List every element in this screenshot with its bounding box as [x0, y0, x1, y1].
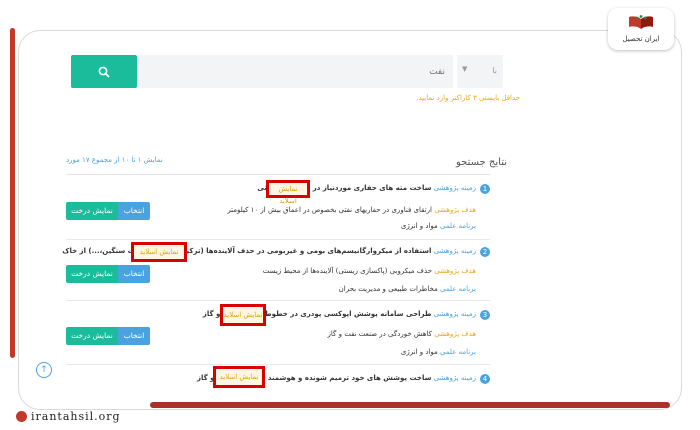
book-logo-icon: [629, 15, 653, 29]
number-badge-icon: 1: [480, 184, 490, 194]
field-row: 4 زمینه پژوهشی ساخت پوشش های خود ترمیم ش…: [66, 374, 490, 386]
number-badge-icon: 3: [480, 310, 490, 320]
program-value: مواد و انرژی: [400, 348, 438, 356]
goal-label: هدف پژوهشی: [434, 267, 476, 275]
show-slide-button[interactable]: نمایش اسلاید: [220, 304, 266, 326]
item-separator: [66, 364, 490, 365]
goal-value: ارتقای فناوری در حفاریهای نفتی بخصوص در …: [227, 206, 432, 214]
search-hint: حداقل بایستی ۳ کاراکتر وارد نمایید.: [416, 94, 520, 102]
program-row: برنامه علمی مواد و انرژی: [66, 348, 490, 360]
item-separator: [66, 300, 490, 301]
arrow-up-icon: ↑: [40, 365, 48, 375]
show-slide-button[interactable]: نمایش اسلاید: [266, 180, 310, 205]
item-separator: [66, 239, 490, 240]
field-label: زمینه پژوهشی: [433, 247, 476, 255]
program-value: مخاطرات طبیعی و مدیریت بحران: [338, 285, 438, 293]
goal-value: کاهش خوردگی در صنعت نفت و گاز: [327, 330, 432, 338]
goal-value: حذف میکروبی (پاکسازی زیستی) آلاینده‌ها ا…: [262, 267, 432, 275]
program-label: برنامه علمی: [440, 285, 476, 293]
footer-brand: irantahsil.org: [16, 408, 121, 424]
number-badge-icon: 4: [480, 374, 490, 384]
show-slide-button[interactable]: نمایش اسلاید: [213, 366, 265, 388]
search-button[interactable]: [71, 55, 137, 88]
show-tree-button[interactable]: نمایش درخت: [66, 265, 118, 283]
results-title: نتایج جستجو: [455, 157, 507, 168]
search-icon: [98, 66, 110, 78]
globe-icon: [16, 410, 27, 422]
search-input[interactable]: [137, 55, 453, 88]
program-label: برنامه علمی: [440, 222, 476, 230]
field-label: زمینه پژوهشی: [433, 310, 476, 318]
result-count: نمایش ۱ تا ۱۰ از مجموع ۱۷ مورد: [66, 156, 163, 164]
field-label: زمینه پژوهشی: [433, 184, 476, 192]
scroll-to-top-button[interactable]: ↑: [36, 362, 52, 378]
field-value: استفاده از میکروارگانیسم‌های بومی و غیرب…: [62, 247, 432, 255]
divider: [66, 174, 490, 175]
number-badge-icon: 2: [480, 247, 490, 257]
footer-url: irantahsil.org: [31, 409, 121, 423]
logo-text: ایران تحصیل: [622, 35, 660, 43]
show-tree-button[interactable]: نمایش درخت: [66, 327, 118, 345]
decorative-red-bar: [10, 28, 15, 358]
program-label: برنامه علمی: [440, 348, 476, 356]
search-bar: با ▼: [71, 55, 503, 88]
chevron-down-icon: ▼: [462, 65, 468, 73]
select-button[interactable]: انتخاب: [118, 327, 150, 345]
page: ایران تحصیل با ▼ حداقل بایستی ۳ کاراکتر …: [0, 0, 700, 430]
goal-label: هدف پژوهشی: [434, 330, 476, 338]
select-button[interactable]: انتخاب: [118, 202, 150, 220]
goal-label: هدف پژوهشی: [434, 206, 476, 214]
select-button[interactable]: انتخاب: [118, 265, 150, 283]
show-slide-button[interactable]: نمایش اسلاید: [131, 242, 187, 262]
brand-logo: ایران تحصیل: [608, 8, 674, 50]
program-row: برنامه علمی مخاطرات طبیعی و مدیریت بحران: [66, 285, 490, 297]
program-value: مواد و انرژی: [400, 222, 438, 230]
select-value: با: [492, 66, 497, 75]
field-row: 3 زمینه پژوهشی طراحی سامانه پوشش اپوکسی …: [66, 310, 490, 322]
field-label: زمینه پژوهشی: [433, 374, 476, 382]
decorative-bottom-bar: [150, 402, 670, 408]
search-scope-select[interactable]: با ▼: [457, 55, 503, 88]
show-tree-button[interactable]: نمایش درخت: [66, 202, 118, 220]
field-row: 2 زمینه پژوهشی استفاده از میکروارگانیسم‌…: [62, 247, 490, 259]
program-row: برنامه علمی مواد و انرژی: [66, 222, 490, 234]
